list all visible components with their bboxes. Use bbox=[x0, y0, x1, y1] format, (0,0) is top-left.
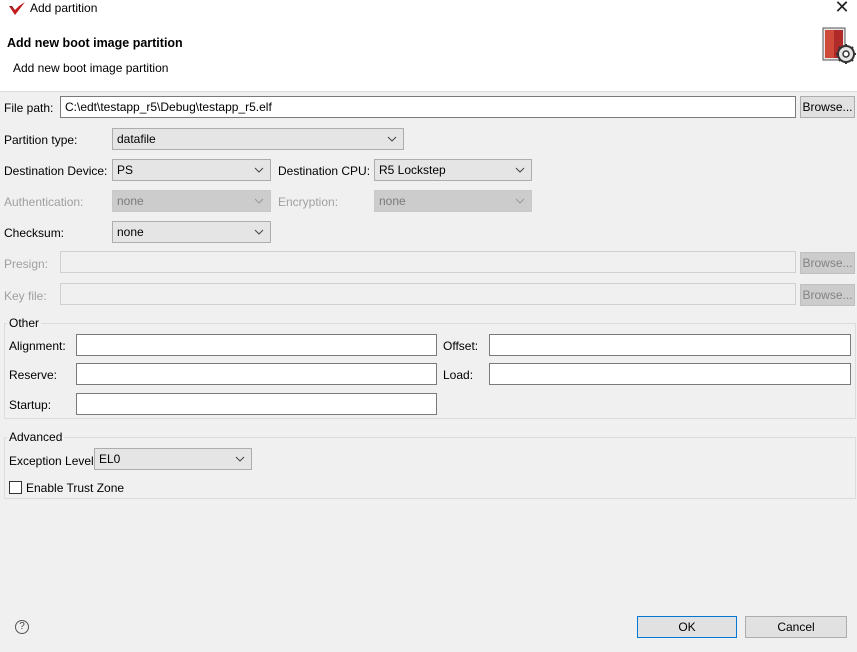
window-title: Add partition bbox=[30, 1, 98, 15]
encryption-select: none bbox=[374, 190, 532, 212]
destination-device-label: Destination Device: bbox=[4, 164, 108, 178]
chevron-down-icon bbox=[387, 136, 397, 142]
close-icon[interactable]: ✕ bbox=[833, 0, 851, 17]
chevron-down-icon bbox=[254, 229, 264, 235]
destination-cpu-select[interactable]: R5 Lockstep bbox=[374, 159, 532, 181]
authentication-select: none bbox=[112, 190, 271, 212]
exception-level-select[interactable]: EL0 bbox=[94, 448, 252, 470]
presign-input bbox=[60, 251, 796, 273]
ok-button[interactable]: OK bbox=[637, 616, 737, 638]
chevron-down-icon bbox=[515, 198, 525, 204]
file-path-label: File path: bbox=[4, 101, 54, 115]
key-file-browse-button: Browse... bbox=[800, 284, 855, 306]
load-label: Load: bbox=[443, 368, 474, 382]
wizard-header bbox=[0, 18, 857, 92]
other-group-title: Other bbox=[7, 316, 42, 330]
advanced-group-title: Advanced bbox=[7, 430, 65, 444]
startup-input[interactable] bbox=[76, 393, 437, 415]
chevron-down-icon bbox=[235, 456, 245, 462]
exception-level-value: EL0 bbox=[99, 452, 121, 466]
encryption-label: Encryption: bbox=[278, 195, 339, 209]
reserve-label: Reserve: bbox=[9, 368, 58, 382]
help-icon[interactable]: ? bbox=[15, 620, 29, 634]
key-file-label: Key file: bbox=[4, 289, 47, 303]
vivado-logo-icon bbox=[9, 2, 25, 15]
checksum-value: none bbox=[117, 225, 144, 239]
chevron-down-icon bbox=[254, 198, 264, 204]
cancel-button[interactable]: Cancel bbox=[745, 616, 847, 638]
key-file-input bbox=[60, 283, 796, 305]
file-path-input[interactable]: C:\edt\testapp_r5\Debug\testapp_r5.elf bbox=[60, 96, 796, 118]
load-input[interactable] bbox=[489, 363, 851, 385]
trust-zone-label: Enable Trust Zone bbox=[26, 481, 125, 495]
partition-type-label: Partition type: bbox=[4, 133, 78, 147]
destination-device-value: PS bbox=[117, 163, 134, 177]
destination-cpu-label: Destination CPU: bbox=[278, 164, 371, 178]
wizard-gear-icon bbox=[822, 27, 856, 64]
reserve-input[interactable] bbox=[76, 363, 437, 385]
partition-type-select[interactable]: datafile bbox=[112, 128, 404, 150]
chevron-down-icon bbox=[254, 167, 264, 173]
title-bar bbox=[0, 0, 857, 18]
checksum-select[interactable]: none bbox=[112, 221, 271, 243]
page-description: Add new boot image partition bbox=[13, 61, 169, 75]
partition-type-value: datafile bbox=[117, 132, 156, 146]
exception-level-label: Exception Level bbox=[9, 454, 94, 468]
authentication-value: none bbox=[117, 194, 144, 208]
destination-cpu-value: R5 Lockstep bbox=[379, 163, 446, 177]
chevron-down-icon bbox=[515, 167, 525, 173]
trust-zone-checkbox[interactable] bbox=[9, 481, 22, 494]
page-title: Add new boot image partition bbox=[7, 36, 183, 50]
alignment-input[interactable] bbox=[76, 334, 437, 356]
checksum-label: Checksum: bbox=[4, 226, 65, 240]
destination-device-select[interactable]: PS bbox=[112, 159, 271, 181]
offset-input[interactable] bbox=[489, 334, 851, 356]
file-path-browse-button[interactable]: Browse... bbox=[800, 96, 855, 118]
presign-label: Presign: bbox=[4, 257, 49, 271]
presign-browse-button: Browse... bbox=[800, 252, 855, 274]
offset-label: Offset: bbox=[443, 339, 479, 353]
alignment-label: Alignment: bbox=[9, 339, 66, 353]
authentication-label: Authentication: bbox=[4, 195, 84, 209]
encryption-value: none bbox=[379, 194, 406, 208]
startup-label: Startup: bbox=[9, 398, 52, 412]
